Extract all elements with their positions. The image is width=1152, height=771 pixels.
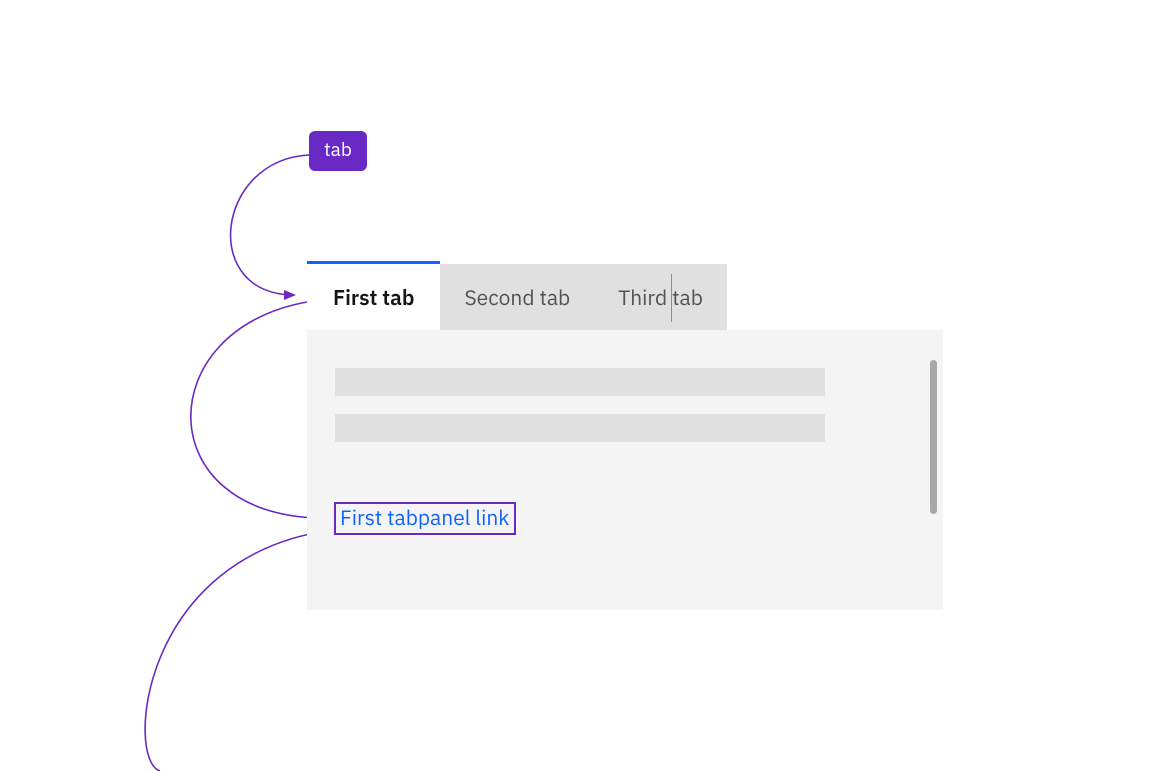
content-placeholder-line — [335, 414, 825, 442]
link-text: First tabpanel link — [340, 503, 509, 531]
scrollbar-thumb[interactable] — [930, 360, 937, 514]
tabpanel-link-first[interactable]: First tabpanel link — [335, 503, 515, 534]
diagram-stage: tab First tab Second tab Third tab First… — [0, 0, 1152, 771]
tab-divider — [671, 274, 672, 322]
annotation-badge-label: tab — [324, 138, 352, 162]
tab-label: Third tab — [618, 287, 703, 308]
tab-second[interactable]: Second tab — [440, 264, 594, 330]
tab-label: First tab — [333, 287, 414, 308]
tab-third[interactable]: Third tab — [594, 264, 727, 330]
tabpanel-first — [307, 330, 943, 610]
tab-first[interactable]: First tab — [307, 264, 440, 330]
tab-label: Second tab — [464, 287, 570, 308]
content-placeholder-line — [335, 368, 825, 396]
annotation-badge-tab: tab — [309, 131, 367, 171]
tablist: First tab Second tab Third tab — [307, 264, 727, 330]
